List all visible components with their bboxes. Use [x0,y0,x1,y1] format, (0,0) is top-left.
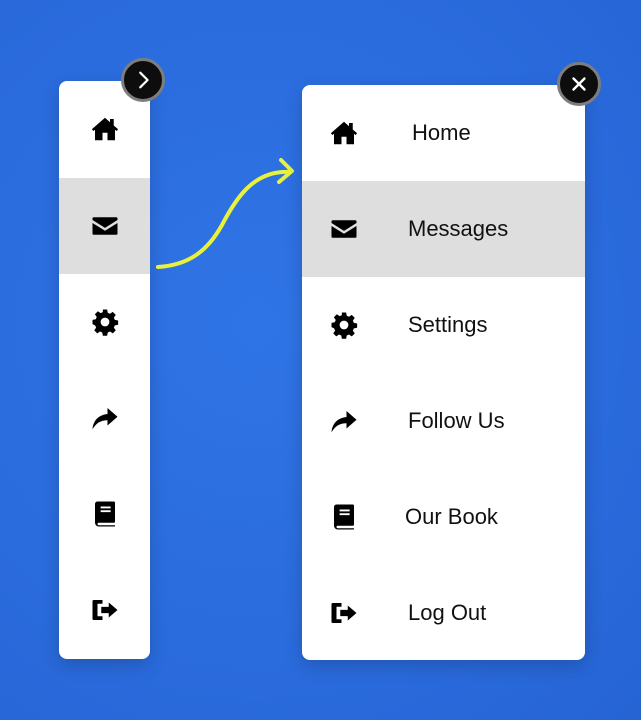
close-icon [572,77,586,91]
sidebar-item-label: Home [412,120,471,145]
gear-icon [329,310,359,340]
home-icon [329,118,359,148]
sidebar-item-label: Settings [408,312,488,337]
sign-out-icon [329,598,359,628]
mini-item-follow[interactable] [59,370,150,466]
mini-item-logout[interactable] [59,562,150,658]
book-icon [329,502,359,532]
envelope-icon [92,217,117,235]
sidebar-item-follow-us[interactable]: Follow Us [302,373,585,469]
sidebar-item-label: Messages [408,216,509,241]
expand-toggle-button[interactable] [121,58,165,102]
mini-item-messages[interactable] [59,178,150,274]
mini-item-settings[interactable] [59,274,150,370]
sidebar-item-label: Log Out [408,600,487,625]
sidebar-item-log-out[interactable]: Log Out [302,565,585,661]
sidebar-item-label: Our Book [405,504,498,529]
share-icon [92,408,117,430]
gear-icon [92,309,118,336]
sidebar-item-messages[interactable]: Messages [302,181,585,277]
envelope-icon [329,214,359,244]
chevron-right-icon [139,71,149,89]
close-toggle-button[interactable] [557,62,601,106]
sign-out-icon [92,600,117,620]
book-icon [94,501,115,527]
sidebar-item-settings[interactable]: Settings [302,277,585,373]
share-icon [329,406,359,436]
home-icon [91,117,118,141]
sidebar-item-label: Follow Us [408,408,505,433]
transition-arrow [156,158,294,269]
sidebar-item-home[interactable]: Home [302,85,585,181]
mini-item-book[interactable] [59,466,150,562]
sidebar-item-our-book[interactable]: Our Book [302,469,585,565]
expanded-sidebar: Home Messages Settings Follow Us Our Boo… [302,85,585,660]
collapsed-sidebar [59,81,150,659]
